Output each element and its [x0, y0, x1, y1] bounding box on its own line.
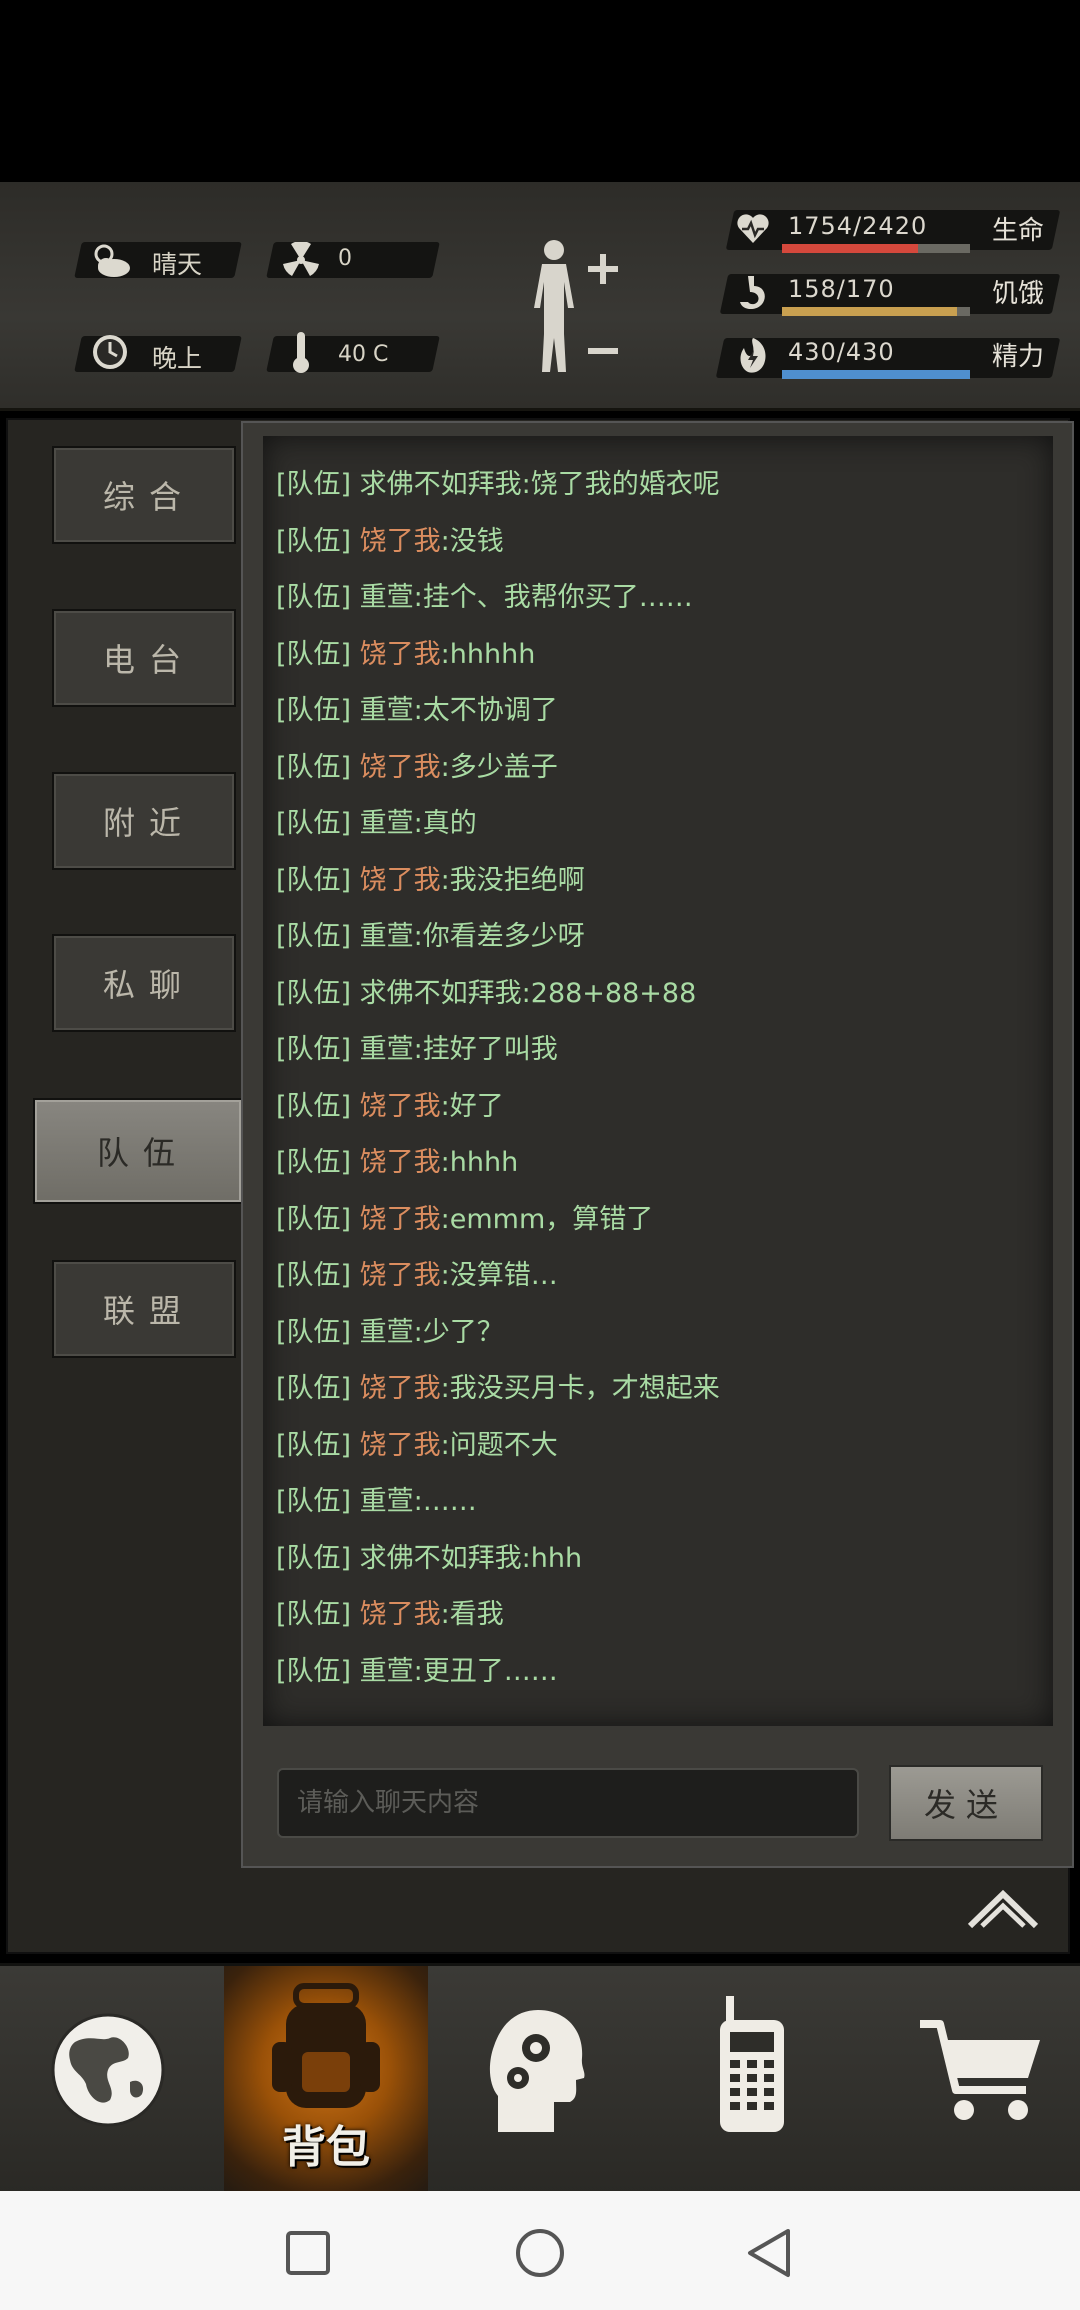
- tab-team[interactable]: 队伍: [33, 1098, 243, 1204]
- health-bar: [782, 244, 970, 253]
- chat-message: [队伍] 饶了我:hhhh: [276, 1147, 519, 1178]
- nav-shop[interactable]: [856, 1966, 1080, 2191]
- chat-message: [队伍] 饶了我:好了: [276, 1091, 504, 1122]
- radiation-icon: [283, 242, 319, 276]
- nav-skills[interactable]: [428, 1966, 644, 2191]
- chat-input[interactable]: 请输入聊天内容: [277, 1768, 859, 1838]
- chat-message: [队伍] 重萱:更丑了……: [276, 1656, 558, 1687]
- skills-head-icon: [489, 2010, 585, 2132]
- back-icon[interactable]: [744, 2227, 794, 2279]
- chat-message: [队伍] 饶了我:我没拒绝啊: [276, 865, 585, 896]
- status-panel: 晴天 0 晚上 40 C 1754/2420 生命 158/170 饥饿 430…: [0, 182, 1080, 411]
- chat-message: [队伍] 饶了我:没算错…: [276, 1260, 558, 1291]
- energy-bar-fill: [782, 370, 970, 379]
- energy-label: 精力: [992, 342, 1045, 372]
- chat-message: [队伍] 重萱:你看差多少呀: [276, 921, 585, 952]
- tab-private[interactable]: 私聊: [52, 934, 236, 1032]
- chat-message: [队伍] 求佛不如拜我:饶了我的婚衣呢: [276, 469, 720, 500]
- chat-message: [队伍] 饶了我:hhhhh: [276, 639, 536, 670]
- send-button[interactable]: 发送: [889, 1765, 1043, 1841]
- radiation-value: 0: [338, 246, 352, 271]
- globe-icon: [51, 2013, 165, 2127]
- heart-icon: [737, 214, 769, 243]
- time-of-day-text: 晚上: [152, 344, 203, 373]
- recent-apps-icon[interactable]: [284, 2229, 332, 2277]
- chat-message: [队伍] 重萱:挂好了叫我: [276, 1034, 558, 1065]
- chat-message: [队伍] 重萱:挂个、我帮你买了……: [276, 582, 693, 613]
- temperature-value: 40 C: [338, 342, 389, 367]
- chat-message: [队伍] 重萱:……: [276, 1486, 477, 1517]
- energy-icon: [740, 338, 766, 373]
- health-label: 生命: [992, 216, 1045, 246]
- collapse-chevron-icon[interactable]: [966, 1886, 1040, 1932]
- nav-map[interactable]: [0, 1966, 224, 2191]
- health-value: 1754/2420: [788, 212, 928, 240]
- home-icon[interactable]: [514, 2227, 566, 2279]
- stomach-icon: [740, 276, 765, 310]
- energy-bar: [782, 370, 970, 379]
- weather-sun-cloud-icon: [94, 244, 130, 277]
- chat-message: [队伍] 重萱:真的: [276, 808, 477, 839]
- health-bar-fill: [782, 244, 919, 253]
- chat-message: [队伍] 求佛不如拜我:hhh: [276, 1543, 583, 1574]
- android-nav-bar: [0, 2191, 1080, 2310]
- backpack-icon: [272, 1983, 380, 2108]
- body-status-icon[interactable]: [520, 238, 630, 378]
- tab-nearby[interactable]: 附近: [52, 772, 236, 870]
- hunger-bar: [782, 307, 970, 316]
- tab-radio[interactable]: 电台: [52, 609, 236, 707]
- chat-message: [队伍] 重萱:太不协调了: [276, 695, 558, 726]
- hunger-bar-fill: [782, 307, 957, 316]
- clock-icon: [93, 335, 127, 369]
- hunger-value: 158/170: [788, 275, 895, 303]
- nav-radio[interactable]: [644, 1966, 856, 2191]
- chat-message: [队伍] 饶了我:没钱: [276, 526, 504, 557]
- cart-icon: [920, 2020, 1040, 2120]
- chat-message: [队伍] 饶了我:看我: [276, 1599, 504, 1630]
- tab-general[interactable]: 综合: [52, 446, 236, 544]
- tab-alliance[interactable]: 联盟: [52, 1260, 236, 1358]
- chat-message: [队伍] 饶了我:emmm，算错了: [276, 1204, 654, 1235]
- backpack-label: 背包: [282, 2122, 370, 2173]
- chat-message: [队伍] 饶了我:多少盖子: [276, 752, 558, 783]
- radio-icon: [720, 1996, 784, 2132]
- chat-message: [队伍] 重萱:少了？: [276, 1317, 504, 1348]
- chat-message: [队伍] 求佛不如拜我:288+88+88: [276, 978, 697, 1009]
- weather-text: 晴天: [152, 250, 203, 279]
- hunger-label: 饥饿: [992, 279, 1045, 309]
- chat-message: [队伍] 饶了我:问题不大: [276, 1430, 558, 1461]
- energy-value: 430/430: [788, 338, 895, 366]
- chat-message-list[interactable]: [263, 436, 1053, 1726]
- thermometer-icon: [293, 332, 309, 373]
- nav-backpack[interactable]: 背包: [224, 1966, 428, 2191]
- chat-message: [队伍] 饶了我:我没买月卡，才想起来: [276, 1373, 720, 1404]
